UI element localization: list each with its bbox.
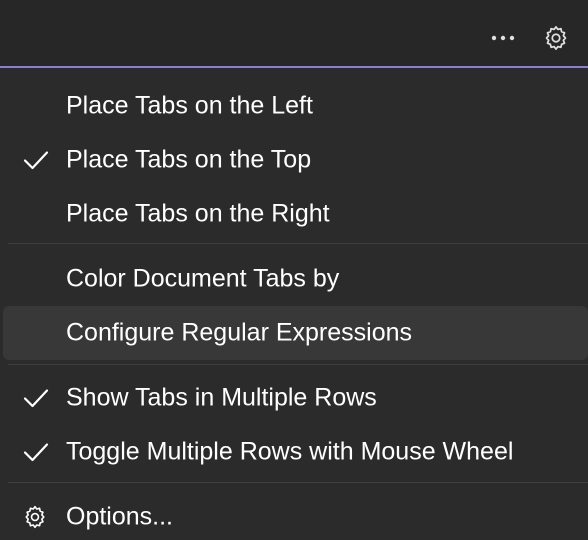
menu-separator xyxy=(8,243,588,244)
menu-item-options[interactable]: Options... xyxy=(3,490,588,540)
checkmark-icon xyxy=(23,151,49,170)
menu-item-place-tabs-right[interactable]: Place Tabs on the Right xyxy=(3,187,588,241)
menu-item-place-tabs-left[interactable]: Place Tabs on the Left xyxy=(3,79,588,133)
menu-item-place-tabs-top[interactable]: Place Tabs on the Top xyxy=(3,133,588,187)
menu-item-label: Options... xyxy=(66,502,173,531)
menu-item-configure-regular-expressions[interactable]: Configure Regular Expressions xyxy=(3,306,588,360)
app-root: Place Tabs on the Left Place Tabs on the… xyxy=(0,0,588,540)
menu-item-label: Place Tabs on the Right xyxy=(66,199,330,228)
menu-item-label: Toggle Multiple Rows with Mouse Wheel xyxy=(66,437,514,466)
settings-button[interactable] xyxy=(540,22,572,54)
menu-item-label: Place Tabs on the Top xyxy=(66,145,312,174)
menu-item-color-document-tabs-by[interactable]: Color Document Tabs by xyxy=(3,252,588,306)
menu-item-show-tabs-multiple-rows[interactable]: Show Tabs in Multiple Rows xyxy=(3,371,588,425)
menu-item-toggle-multiple-rows-mouse-wheel[interactable]: Toggle Multiple Rows with Mouse Wheel xyxy=(3,425,588,479)
checkmark-icon xyxy=(23,389,49,408)
checkmark-icon xyxy=(23,443,49,462)
menu-item-label: Show Tabs in Multiple Rows xyxy=(66,383,377,412)
menu-separator xyxy=(8,364,588,365)
menu-separator xyxy=(8,482,588,483)
gear-icon xyxy=(545,26,567,50)
more-horizontal-icon xyxy=(491,35,515,41)
menu-item-label: Color Document Tabs by xyxy=(66,264,340,293)
more-options-button[interactable] xyxy=(487,22,519,54)
menu-item-label: Place Tabs on the Left xyxy=(66,91,313,120)
tab-layout-context-menu: Place Tabs on the Left Place Tabs on the… xyxy=(0,68,588,540)
gear-icon xyxy=(25,505,45,529)
tab-toolbar xyxy=(0,0,588,68)
menu-item-label: Configure Regular Expressions xyxy=(66,318,413,347)
